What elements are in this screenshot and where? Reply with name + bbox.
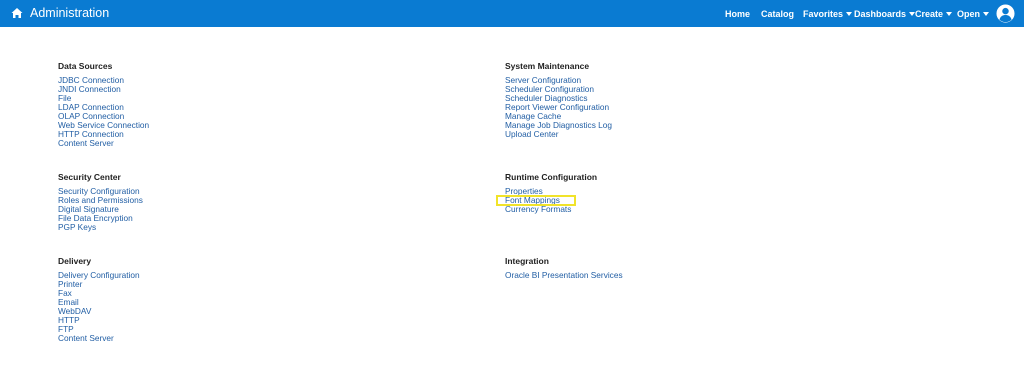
nav-open-menu[interactable]: Open — [957, 8, 990, 22]
link-currency-formats[interactable]: Currency Formats — [505, 205, 571, 214]
section-title: Delivery — [58, 256, 92, 266]
link-pgp-keys[interactable]: PGP Keys — [58, 223, 143, 232]
nav-favorites-menu[interactable]: Favorites — [803, 8, 853, 22]
delivery-section: Delivery Delivery Configuration Printer … — [58, 256, 140, 343]
nav-create-label: Create — [915, 9, 944, 19]
section-title: Integration — [505, 256, 549, 266]
integration-section: Integration Oracle BI Presentation Servi… — [505, 256, 623, 280]
system-maintenance-list: Server Configuration Scheduler Configura… — [505, 76, 612, 139]
link-jndi-connection[interactable]: JNDI Connection — [58, 85, 149, 94]
user-avatar-icon[interactable] — [996, 4, 1015, 23]
chevron-down-icon — [846, 12, 853, 16]
nav-dashboards-menu[interactable]: Dashboards — [854, 8, 916, 22]
link-oracle-bi-presentation-services[interactable]: Oracle BI Presentation Services — [505, 271, 623, 280]
data-sources-section: Data Sources JDBC Connection JNDI Connec… — [58, 61, 149, 148]
nav-favorites-label: Favorites — [803, 9, 844, 19]
nav-dashboards-label: Dashboards — [854, 9, 907, 19]
section-title: Runtime Configuration — [505, 172, 598, 182]
security-center-section: Security Center Security Configuration R… — [58, 172, 143, 232]
top-navigation-bar: Administration Home Catalog Favorites Da… — [0, 0, 1024, 27]
nav-home-link[interactable]: Home — [725, 8, 750, 22]
section-title: System Maintenance — [505, 61, 590, 71]
system-maintenance-section: System Maintenance Server Configuration … — [505, 61, 612, 139]
chevron-down-icon — [946, 12, 953, 16]
data-sources-list: JDBC Connection JNDI Connection File LDA… — [58, 76, 149, 148]
security-center-list: Security Configuration Roles and Permiss… — [58, 187, 143, 232]
nav-open-label: Open — [957, 9, 981, 19]
chevron-down-icon — [983, 12, 990, 16]
link-content-server[interactable]: Content Server — [58, 139, 149, 148]
section-title: Security Center — [58, 172, 121, 182]
home-icon[interactable] — [11, 7, 23, 19]
delivery-list: Delivery Configuration Printer Fax Email… — [58, 271, 140, 343]
link-upload-center[interactable]: Upload Center — [505, 130, 612, 139]
nav-catalog-link[interactable]: Catalog — [761, 8, 794, 22]
highlight-annotation-box — [496, 195, 576, 206]
runtime-configuration-section: Runtime Configuration Properties Font Ma… — [505, 172, 598, 214]
section-title: Data Sources — [58, 61, 113, 71]
nav-create-menu[interactable]: Create — [915, 8, 953, 22]
link-delivery-content-server[interactable]: Content Server — [58, 334, 140, 343]
integration-list: Oracle BI Presentation Services — [505, 271, 623, 280]
page-title: Administration — [30, 6, 110, 20]
